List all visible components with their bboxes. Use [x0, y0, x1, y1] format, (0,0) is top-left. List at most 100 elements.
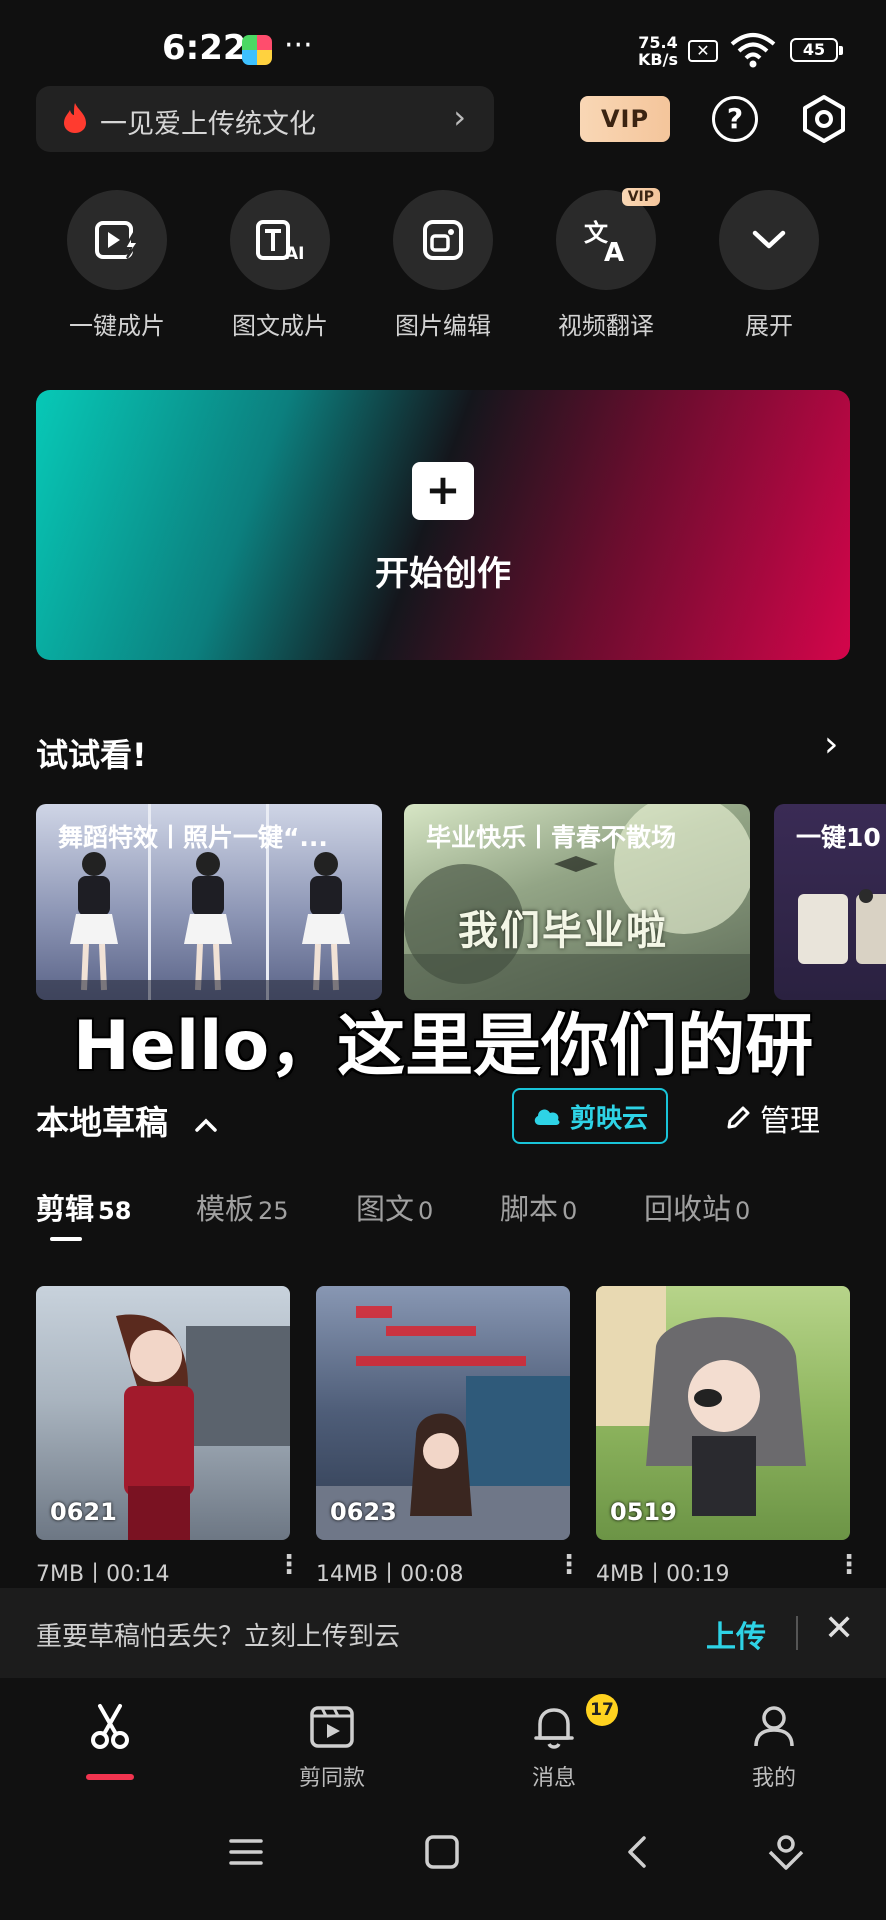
tool-one-click-video[interactable]: 一键成片: [52, 190, 182, 341]
tab-count: 0: [418, 1197, 434, 1225]
tab-label: 剪辑: [36, 1192, 95, 1226]
draft-meta: 14MB丨00:08: [316, 1562, 464, 1587]
tool-label: 一键成片: [69, 312, 165, 340]
draft-item[interactable]: 0519: [596, 1286, 850, 1540]
cloud-button[interactable]: 剪映云: [512, 1088, 668, 1144]
draft-date: 0621: [50, 1498, 117, 1526]
tab-count: 58: [98, 1197, 132, 1225]
template-video-icon: [310, 1706, 354, 1748]
local-drafts-label: 本地草稿: [36, 1103, 168, 1142]
upload-reminder-text: 重要草稿怕丢失？立刻上传到云: [36, 1622, 401, 1652]
tab-count: 25: [258, 1197, 289, 1225]
draft-more-menu-icon[interactable]: ⋮: [556, 1550, 582, 1580]
more-notifications-icon: ···: [284, 28, 313, 63]
draft-date: 0519: [610, 1498, 677, 1526]
card-title: 舞蹈特效丨照片一键“...: [58, 823, 328, 852]
nav-label: 我的: [751, 1766, 796, 1791]
card-image-text: 我们毕业啦: [458, 907, 668, 954]
system-nav-bar: [0, 1806, 886, 1920]
manage-label: 管理: [760, 1104, 820, 1139]
nav-templates[interactable]: 剪同款: [262, 1702, 402, 1792]
tab-edit[interactable]: 剪辑 58: [36, 1186, 131, 1228]
nav-label: 剪同款: [298, 1766, 365, 1791]
tab-label: 脚本: [500, 1192, 559, 1226]
text-ai-icon: AI: [256, 220, 304, 261]
bottom-nav: 剪同款 消息 17 我的: [0, 1678, 886, 1806]
tab-script[interactable]: 脚本 0: [500, 1186, 577, 1228]
template-card-third[interactable]: 一键10: [774, 804, 886, 1000]
card-title: 毕业快乐丨青春不散场: [426, 823, 677, 852]
settings-icon[interactable]: [800, 94, 848, 144]
upload-button[interactable]: 上传: [706, 1612, 766, 1656]
template-card-graduation[interactable]: 我们毕业啦 毕业快乐丨青春不散场: [404, 804, 750, 1000]
vip-button[interactable]: VIP: [580, 96, 670, 142]
tab-image-text[interactable]: 图文 0: [356, 1186, 433, 1228]
vip-tag: VIP: [621, 188, 660, 206]
upload-reminder-bar: 重要草稿怕丢失？立刻上传到云 上传 ✕: [0, 1588, 886, 1678]
try-more-chevron-icon[interactable]: ›: [824, 724, 838, 765]
tab-label: 回收站: [644, 1192, 732, 1226]
start-creating-button[interactable]: + 开始创作: [36, 390, 850, 660]
bell-icon: [534, 1708, 574, 1749]
draft-item[interactable]: 0623: [316, 1286, 570, 1540]
try-section-title: 试试看!: [36, 736, 147, 774]
draft-meta: 7MB丨00:14: [36, 1562, 170, 1587]
tool-label: 图片编辑: [395, 312, 491, 340]
network-speed: 75.4 KB/s: [638, 34, 678, 68]
chevron-up-icon: [194, 1118, 217, 1132]
divider: [796, 1616, 798, 1650]
tab-template[interactable]: 模板 25: [196, 1186, 289, 1228]
network-speed-value: 75.4: [638, 33, 678, 52]
scissors-icon: [91, 1704, 129, 1749]
app-notification-icon: [242, 35, 272, 65]
help-button[interactable]: ?: [712, 96, 758, 142]
tool-label: 图文成片: [232, 312, 328, 340]
local-drafts-title[interactable]: 本地草稿: [36, 1096, 218, 1144]
plus-icon: +: [412, 462, 474, 520]
active-tab-indicator: [50, 1237, 82, 1241]
battery-indicator: 45: [790, 38, 843, 62]
image-edit-icon: [423, 220, 463, 260]
card-title: 一键10: [796, 823, 881, 852]
message-count-badge: 17: [586, 1694, 618, 1726]
edit-pencil-icon: [727, 1106, 750, 1129]
close-icon[interactable]: ✕: [824, 1608, 854, 1649]
tool-image-edit[interactable]: 图片编辑: [378, 190, 508, 341]
start-creating-label: 开始创作: [375, 554, 511, 594]
magic-video-icon: [95, 221, 140, 259]
draft-date: 0623: [330, 1498, 397, 1526]
nav-edit[interactable]: [40, 1702, 180, 1760]
nav-label: 消息: [531, 1766, 576, 1791]
home-icon[interactable]: [424, 1834, 460, 1870]
tab-label: 图文: [356, 1192, 415, 1226]
network-speed-unit: KB/s: [638, 50, 678, 69]
assistant-icon[interactable]: [766, 1832, 806, 1872]
draft-item[interactable]: 0621: [36, 1286, 290, 1540]
nav-profile[interactable]: 我的: [704, 1702, 844, 1792]
tool-video-translate[interactable]: 文 A VIP 视频翻译: [541, 188, 671, 341]
back-icon[interactable]: [622, 1834, 650, 1870]
draft-more-menu-icon[interactable]: ⋮: [276, 1550, 302, 1580]
draft-meta: 4MB丨00:19: [596, 1562, 730, 1587]
tab-recycle-bin[interactable]: 回收站 0: [644, 1186, 750, 1228]
video-subtitle-overlay: Hello，这里是你们的研: [72, 1007, 814, 1086]
wifi-icon: [730, 33, 776, 68]
fire-icon: [64, 103, 86, 133]
promo-search-bar[interactable]: 一见爱上传统文化 ›: [36, 86, 494, 152]
profile-icon: [754, 1706, 794, 1747]
tab-count: 0: [562, 1197, 578, 1225]
template-card-dance[interactable]: 舞蹈特效丨照片一键“...: [36, 804, 382, 1000]
tool-label: 展开: [745, 312, 793, 340]
cloud-label: 剪映云: [569, 1103, 648, 1134]
no-sim-icon: ✕: [688, 40, 718, 62]
menu-icon[interactable]: [228, 1836, 264, 1868]
manage-button[interactable]: 管理: [724, 1096, 820, 1140]
chevron-right-icon: ›: [453, 98, 466, 136]
tool-expand[interactable]: 展开: [704, 190, 834, 341]
promo-text: 一见爱上传统文化: [100, 109, 316, 140]
tool-text-to-video[interactable]: AI 图文成片: [215, 190, 345, 341]
chevron-down-icon: [752, 230, 786, 249]
tab-label: 模板: [196, 1192, 255, 1226]
draft-more-menu-icon[interactable]: ⋮: [836, 1550, 862, 1580]
tab-count: 0: [735, 1197, 751, 1225]
